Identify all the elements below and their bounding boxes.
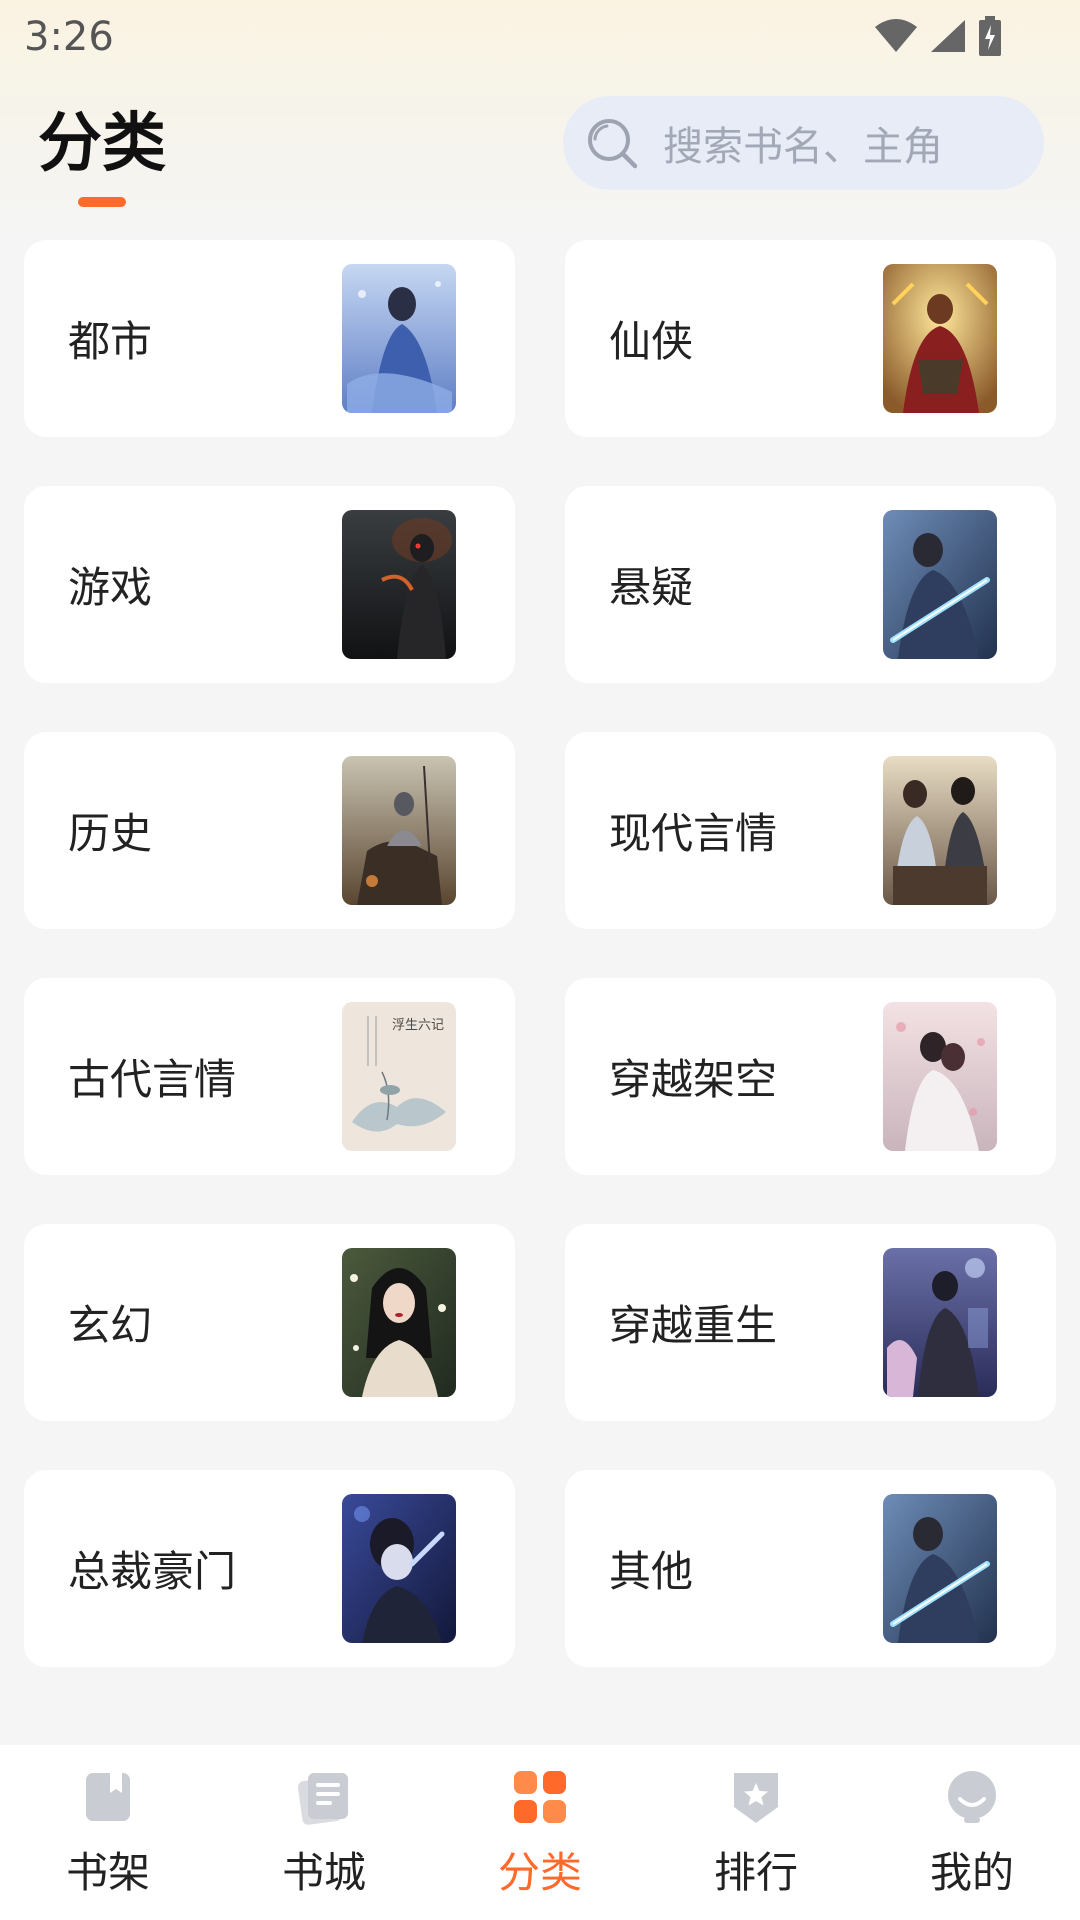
category-icon [514, 1771, 566, 1823]
category-label: 悬疑 [609, 563, 694, 612]
category-card-history[interactable]: 历史 [24, 732, 515, 929]
bookstore-icon [297, 1773, 348, 1825]
category-card-ceo[interactable]: 总裁豪门 [24, 1470, 515, 1667]
category-label: 古代言情 [68, 1055, 237, 1104]
category-label: 现代言情 [609, 809, 778, 858]
page-title: 分类 [38, 107, 166, 181]
profile-icon [948, 1771, 996, 1823]
wifi-icon [875, 19, 917, 52]
nav-label: 书城 [281, 1848, 366, 1897]
category-card-urban[interactable]: 都市 [24, 240, 515, 437]
ranking-icon [734, 1773, 778, 1823]
nav-item-category[interactable]: 分类 [432, 1745, 648, 1920]
category-card-fantasy[interactable]: 玄幻 [24, 1224, 515, 1421]
title-tab-indicator [78, 197, 126, 207]
cover-urban [342, 264, 456, 413]
cover-time-travel-rebirth [883, 1248, 997, 1397]
category-grid: 都市 仙侠 游戏 悬疑 历史 现代言情 古代言情 浮生六记 穿越架空 玄幻 穿越… [24, 240, 1056, 1667]
bookshelf-icon [86, 1773, 130, 1821]
cover-fantasy [342, 1248, 456, 1397]
search-icon [588, 119, 638, 169]
cover-time-travel-fictional [883, 1002, 997, 1151]
cover-xianxia [883, 264, 997, 413]
nav-label: 我的 [929, 1848, 1014, 1897]
search-placeholder: 搜索书名、主角 [663, 124, 943, 170]
nav-label: 分类 [497, 1848, 582, 1897]
nav-label: 书架 [65, 1848, 150, 1897]
category-card-modern-romance[interactable]: 现代言情 [565, 732, 1056, 929]
category-label: 游戏 [68, 563, 153, 612]
category-label: 其他 [609, 1547, 694, 1596]
bottom-nav: 书架 书城 分类 排行 我的 [0, 1745, 1080, 1920]
category-label: 穿越重生 [609, 1301, 778, 1350]
cover-other [883, 1494, 997, 1643]
category-label: 总裁豪门 [68, 1547, 237, 1596]
category-card-suspense[interactable]: 悬疑 [565, 486, 1056, 683]
nav-item-ranking[interactable]: 排行 [648, 1745, 864, 1920]
category-card-xianxia[interactable]: 仙侠 [565, 240, 1056, 437]
cover-history [342, 756, 456, 905]
search-box[interactable]: 搜索书名、主角 [563, 96, 1044, 190]
nav-item-bookstore[interactable]: 书城 [216, 1745, 432, 1920]
status-icons [874, 14, 1002, 58]
nav-label: 排行 [713, 1848, 798, 1897]
cover-game [342, 510, 456, 659]
nav-item-bookshelf[interactable]: 书架 [0, 1745, 216, 1920]
category-card-game[interactable]: 游戏 [24, 486, 515, 683]
category-card-time-travel-fictional[interactable]: 穿越架空 [565, 978, 1056, 1175]
category-label: 历史 [68, 809, 153, 858]
category-label: 穿越架空 [609, 1055, 778, 1104]
category-card-time-travel-rebirth[interactable]: 穿越重生 [565, 1224, 1056, 1421]
cover-ceo [342, 1494, 456, 1643]
battery-charging-icon [979, 16, 1001, 56]
category-card-ancient-romance[interactable]: 古代言情 浮生六记 [24, 978, 515, 1175]
cover-ancient-romance: 浮生六记 [342, 1002, 456, 1151]
status-time: 3:26 [24, 14, 114, 60]
status-bar: 3:26 [0, 0, 1080, 80]
nav-item-profile[interactable]: 我的 [864, 1745, 1080, 1920]
category-label: 仙侠 [609, 317, 694, 366]
cover-modern-romance [883, 756, 997, 905]
category-label: 都市 [68, 317, 153, 366]
category-card-other[interactable]: 其他 [565, 1470, 1056, 1667]
signal-icon [931, 20, 965, 52]
category-label: 玄幻 [68, 1301, 153, 1350]
cover-suspense [883, 510, 997, 659]
cover-book-title: 浮生六记 [392, 1018, 444, 1033]
